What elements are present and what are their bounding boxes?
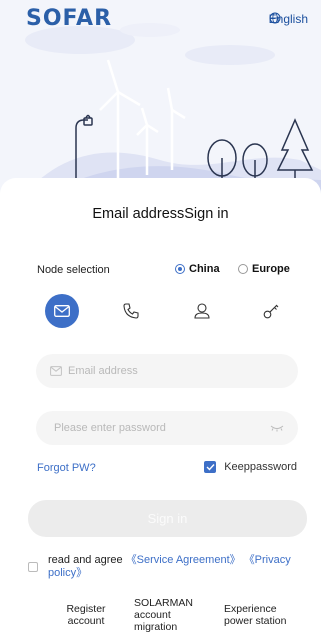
- eye-closed-icon[interactable]: [270, 424, 284, 432]
- agreement-prefix: read and agree: [48, 554, 123, 566]
- language-switcher[interactable]: English: [269, 12, 308, 26]
- keep-password-label: Keeppassword: [224, 461, 297, 473]
- brand-logo: SOFAR: [26, 6, 113, 31]
- node-option-europe[interactable]: Europe: [238, 263, 290, 275]
- email-input[interactable]: [66, 364, 284, 378]
- tab-key-login[interactable]: [254, 294, 288, 328]
- mail-small-icon: [50, 366, 62, 376]
- checkbox-checked-icon: [204, 461, 217, 473]
- tab-account-login[interactable]: [185, 294, 219, 328]
- forgot-password-link[interactable]: Forgot PW?: [37, 462, 96, 474]
- password-field[interactable]: [36, 411, 298, 445]
- experience-station-link[interactable]: Experience power station: [224, 603, 300, 627]
- keep-password-checkbox[interactable]: Keeppassword: [204, 461, 297, 473]
- password-input[interactable]: [52, 421, 270, 435]
- radio-unselected-icon: [238, 264, 248, 274]
- node-option-china[interactable]: China: [175, 263, 220, 275]
- account-migration-link[interactable]: SOLARMAN account migration: [134, 597, 200, 633]
- phone-icon: [123, 303, 139, 319]
- page-title: Email addressSign in: [92, 206, 229, 222]
- node-selection-label: Node selection: [37, 264, 110, 276]
- hero-illustration: SOFAR English: [0, 0, 321, 200]
- email-field[interactable]: [36, 354, 298, 388]
- tab-phone-login[interactable]: [114, 294, 148, 328]
- agreement-row: read and agree 《Service Agreement》 《Priv…: [28, 554, 303, 580]
- node-option-label: China: [189, 263, 220, 275]
- key-icon: [263, 304, 279, 319]
- mail-icon: [54, 305, 70, 317]
- service-agreement-link[interactable]: 《Service Agreement》: [126, 554, 241, 566]
- user-icon: [194, 303, 210, 319]
- tab-email-login[interactable]: [45, 294, 79, 328]
- radio-selected-icon: [175, 264, 185, 274]
- agreement-checkbox[interactable]: [28, 562, 38, 572]
- register-account-link[interactable]: Register account: [62, 603, 110, 627]
- node-option-label: Europe: [252, 263, 290, 275]
- globe-icon: [269, 12, 281, 24]
- sign-in-button[interactable]: Sign in: [28, 500, 307, 537]
